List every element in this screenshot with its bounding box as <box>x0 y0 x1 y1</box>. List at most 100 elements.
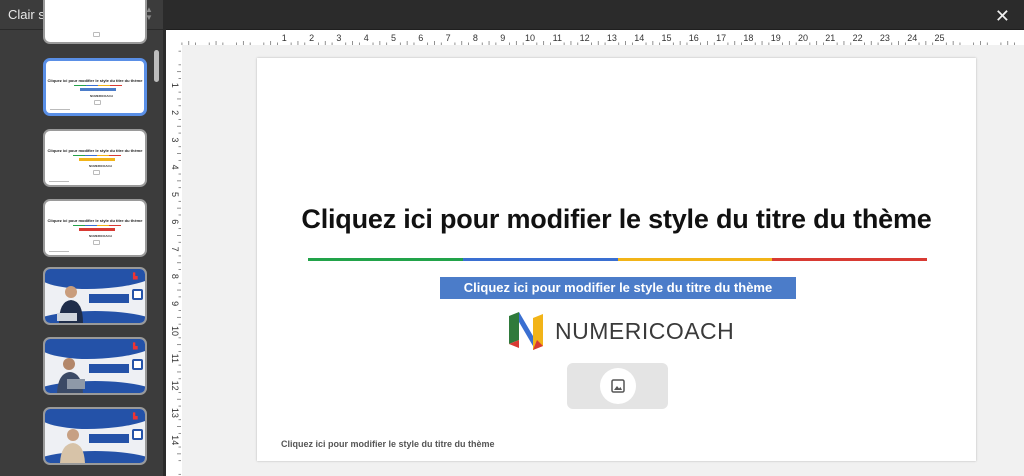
ruler-label: 6 <box>170 219 180 224</box>
layout-thumbnail[interactable]: Cliquez ici pour modifier le style du ti… <box>43 129 147 187</box>
ruler-label: 13 <box>170 408 180 418</box>
ruler-label: 12 <box>580 33 590 43</box>
slide-footer[interactable]: Cliquez ici pour modifier le style du ti… <box>281 439 495 449</box>
divider-red <box>772 258 927 261</box>
ruler-label: 7 <box>170 247 180 252</box>
image-placeholder-circle <box>600 368 636 404</box>
ruler-label: 14 <box>634 33 644 43</box>
thumb-logo: NUMERICOACH <box>90 94 113 98</box>
ruler-label: 9 <box>170 301 180 306</box>
ruler-label: 25 <box>934 33 944 43</box>
ruler-label: 17 <box>716 33 726 43</box>
slide-canvas[interactable]: Cliquez ici pour modifier le style du ti… <box>257 58 976 461</box>
slide-editor: ✕ 1 2 3 4 5 6 7 8 9 10 11 12 13 14 15 16 17 18 19 20 21 22 23 2… <box>166 0 1024 476</box>
thumb-footer <box>49 251 69 252</box>
logo-icon: ▙ <box>133 274 138 280</box>
thumb-color-line <box>73 225 121 226</box>
thumb-title: Cliquez ici pour modifier le style du ti… <box>47 218 143 223</box>
canvas-area: Cliquez ici pour modifier le style du ti… <box>182 45 1024 476</box>
ruler-label: 11 <box>553 33 562 43</box>
layout-thumbnail[interactable]: Cliquez ici pour modifier le style du ti… <box>43 199 147 257</box>
ruler-label: 23 <box>880 33 890 43</box>
image-placeholder-icon <box>93 32 100 37</box>
thumb-logo: NUMERICOACH <box>89 164 112 168</box>
layout-thumbnail-photo[interactable]: ▙ <box>43 337 147 395</box>
ruler-label: 4 <box>364 33 369 43</box>
numericoach-logo: NUMERICOACH <box>507 310 737 350</box>
logo-mark-icon <box>509 312 543 350</box>
ruler-label: 2 <box>309 33 314 43</box>
divider-blue <box>462 258 618 261</box>
logo-text: NUMERICOACH <box>555 318 735 344</box>
ruler-label: 16 <box>689 33 699 43</box>
vertical-ruler: 1 2 3 4 5 6 7 8 9 10 11 12 13 14 <box>166 45 182 476</box>
ruler-label: 1 <box>170 83 180 88</box>
close-icon[interactable]: ✕ <box>995 7 1010 25</box>
ruler-label: 12 <box>170 381 180 391</box>
layout-thumbnail-selected[interactable]: Cliquez ici pour modifier le style du ti… <box>43 58 147 116</box>
ruler-label: 5 <box>170 192 180 197</box>
layout-sidebar: Clair simple ▲ ▼ Cliquez ici pour modifie… <box>0 0 163 476</box>
slide-subtitle[interactable]: Cliquez ici pour modifier le style du ti… <box>440 277 796 299</box>
thumb-image-frame <box>132 429 143 440</box>
person-photo <box>57 286 83 323</box>
ruler-ticks: 1 2 3 4 5 6 7 8 9 10 11 12 13 14 15 16 17 18 19 20 21 22 23 24 2… <box>181 33 1015 45</box>
thumb-image-frame <box>132 289 143 300</box>
ruler-label: 7 <box>446 33 451 43</box>
ruler-label: 8 <box>170 274 180 279</box>
thumb-title: Cliquez ici pour modifier le style du ti… <box>47 148 143 153</box>
image-placeholder-icon <box>94 100 101 105</box>
ruler-label: 10 <box>525 33 535 43</box>
ruler-label: 24 <box>907 33 917 43</box>
thumb-title-box <box>89 364 129 373</box>
divider-yellow <box>617 258 773 261</box>
image-icon <box>611 379 625 393</box>
thumb-footer <box>50 109 70 110</box>
thumb-color-line <box>74 85 122 86</box>
ruler-label: 20 <box>798 33 808 43</box>
ruler-label: 13 <box>607 33 617 43</box>
thumb-color-line <box>73 155 121 156</box>
ruler-label: 5 <box>391 33 396 43</box>
ruler-label: 8 <box>473 33 478 43</box>
divider-green <box>308 258 463 261</box>
image-placeholder-icon <box>93 170 100 175</box>
image-placeholder-icon <box>93 240 100 245</box>
ruler-label: 11 <box>170 354 180 363</box>
ruler-label: 3 <box>336 33 341 43</box>
sidebar-scrollbar[interactable] <box>154 50 159 82</box>
thumb-logo: NUMERICOACH <box>89 234 112 238</box>
layout-thumbnail-photo[interactable]: ▙ <box>43 267 147 325</box>
thumb-title: Cliquez ici pour modifier le style du ti… <box>47 78 143 83</box>
ruler-label: 2 <box>170 110 180 115</box>
image-placeholder[interactable] <box>567 363 668 409</box>
ruler-label: 10 <box>170 326 180 336</box>
ruler-label: 21 <box>825 33 835 43</box>
ruler-label: 6 <box>418 33 423 43</box>
ruler-label: 19 <box>771 33 781 43</box>
person-photo <box>60 429 85 463</box>
person-photo <box>57 358 85 393</box>
color-divider <box>308 258 927 261</box>
logo-icon: ▙ <box>133 414 138 420</box>
thumb-subtitle-bar <box>79 158 115 161</box>
thumb-title-box <box>89 434 129 443</box>
thumb-subtitle-bar <box>80 88 116 91</box>
ruler-label: 14 <box>170 435 180 445</box>
ruler-label: 1 <box>282 33 287 43</box>
ruler-label: 3 <box>170 137 180 142</box>
ruler-label: 4 <box>170 165 180 170</box>
ruler-ticks: 1234567891011121314 <box>170 50 181 475</box>
ruler-label: 9 <box>500 33 505 43</box>
logo-icon: ▙ <box>133 344 138 350</box>
horizontal-ruler: 1 2 3 4 5 6 7 8 9 10 11 12 13 14 15 16 17 18 19 20 21 22 23 24 2… <box>166 29 1024 46</box>
thumb-title-box <box>89 294 129 303</box>
layout-thumbnail[interactable] <box>43 0 147 44</box>
ruler-label: 18 <box>743 33 753 43</box>
layout-thumbnail-photo[interactable]: ▙ <box>43 407 147 465</box>
ruler-label: 15 <box>661 33 671 43</box>
slide-title[interactable]: Cliquez ici pour modifier le style du ti… <box>257 204 976 235</box>
thumb-subtitle-bar <box>79 228 115 231</box>
ruler-label: 22 <box>853 33 863 43</box>
thumb-image-frame <box>132 359 143 370</box>
